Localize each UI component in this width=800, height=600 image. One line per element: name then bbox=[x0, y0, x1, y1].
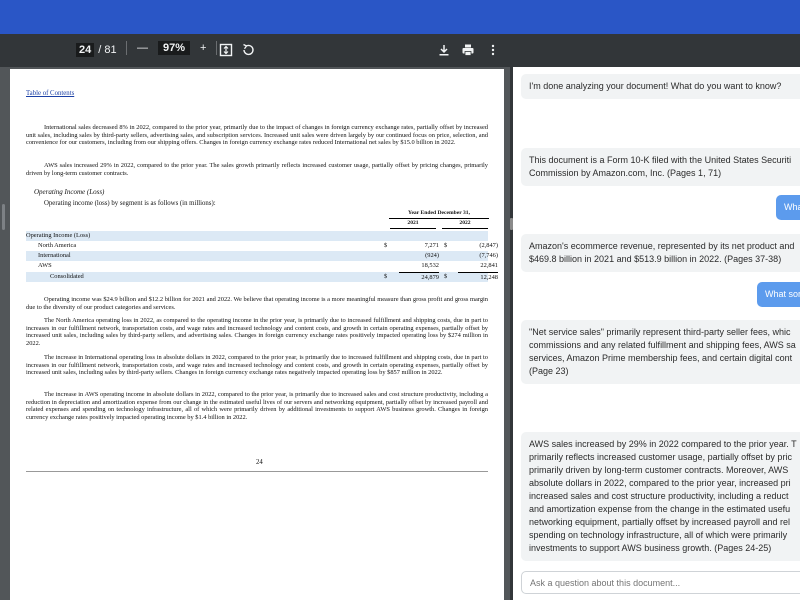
left-scroll-handle[interactable] bbox=[2, 204, 5, 230]
paragraph-aws-sales: AWS sales increased 29% in 2022, compare… bbox=[26, 162, 488, 177]
message-line: networking equipment, partially offset b… bbox=[529, 517, 790, 527]
browser-top-bar bbox=[0, 0, 800, 34]
paragraph-international: The increase in International operating … bbox=[26, 354, 488, 377]
current-page-input[interactable]: 24 bbox=[76, 43, 95, 57]
page-indicator: 24 / 81 bbox=[76, 43, 117, 57]
section-intro: Operating income (loss) by segment is as… bbox=[44, 200, 216, 207]
pdf-toolbar: 24 / 81 — 97% + bbox=[0, 34, 800, 67]
toolbar-divider bbox=[126, 41, 127, 55]
print-icon[interactable] bbox=[461, 43, 475, 57]
row-label: North America bbox=[38, 242, 77, 249]
chat-panel: I'm done analyzing your document! What d… bbox=[513, 67, 800, 600]
zoom-level-input[interactable]: 97% bbox=[158, 41, 191, 55]
value-2022: (2,847) bbox=[479, 242, 498, 249]
table-col-2022: 2022 bbox=[442, 220, 488, 229]
page-number: 24 bbox=[256, 459, 263, 466]
paragraph-operating-income: Operating income was $24.9 billion and $… bbox=[26, 296, 488, 311]
toolbar-divider bbox=[216, 41, 218, 55]
paragraph-international-sales: International sales decreased 8% in 2022… bbox=[26, 124, 488, 147]
table-row: North America $ 7,271 $ (2,847) bbox=[26, 241, 498, 251]
value-2021: 24,879 bbox=[399, 272, 439, 283]
value-2022: 22,841 bbox=[480, 262, 498, 269]
assistant-message: Amazon's ecommerce revenue, represented … bbox=[521, 234, 800, 272]
value-2021: 7,271 bbox=[424, 242, 439, 249]
message-line: (Page 23) bbox=[529, 366, 569, 376]
table-col-2021: 2021 bbox=[390, 220, 436, 229]
zoom-controls: — 97% + bbox=[126, 41, 218, 55]
paragraph-north-america: The North America operating loss in 2022… bbox=[26, 317, 488, 347]
message-line: spending on technology infrastructure, a… bbox=[529, 530, 788, 540]
assistant-message: AWS sales increased by 29% in 2022 compa… bbox=[521, 432, 800, 561]
rotate-icon[interactable] bbox=[241, 43, 255, 57]
zoom-in-button[interactable]: + bbox=[200, 42, 206, 54]
message-line: "Net service sales" primarily represent … bbox=[529, 327, 791, 337]
more-options-icon[interactable] bbox=[486, 43, 500, 57]
user-message: What sor bbox=[757, 282, 800, 307]
currency-symbol: $ bbox=[444, 273, 448, 280]
table-row: Operating Income (Loss) bbox=[26, 231, 488, 241]
message-line: investments to support AWS business grow… bbox=[529, 543, 772, 553]
total-pages: / 81 bbox=[98, 44, 117, 56]
message-line: and amortization expense from the change… bbox=[529, 504, 791, 514]
value-2022: 12,248 bbox=[458, 272, 498, 283]
row-label: AWS bbox=[38, 262, 52, 269]
value-2021: 18,532 bbox=[421, 262, 439, 269]
row-label: International bbox=[38, 252, 71, 259]
chat-question-input[interactable] bbox=[521, 571, 800, 594]
assistant-message: "Net service sales" primarily represent … bbox=[521, 320, 800, 384]
message-line: commissions and any related fulfillment … bbox=[529, 340, 796, 350]
message-line: absolute dollars in 2022, compared to th… bbox=[529, 478, 791, 488]
currency-symbol: $ bbox=[384, 273, 388, 280]
pdf-page: Table of Contents International sales de… bbox=[10, 69, 504, 600]
value-2021: (924) bbox=[425, 252, 439, 259]
message-line: $469.8 billion in 2021 and $513.9 billio… bbox=[529, 254, 782, 264]
download-icon[interactable] bbox=[437, 43, 451, 57]
section-heading: Operating Income (Loss) bbox=[34, 188, 105, 196]
assistant-message: This document is a Form 10-K filed with … bbox=[521, 148, 800, 186]
fit-page-icon[interactable] bbox=[219, 43, 233, 57]
message-line: AWS sales increased by 29% in 2022 compa… bbox=[529, 439, 797, 449]
message-line: Commission by Amazon.com, Inc. (Pages 1,… bbox=[529, 168, 722, 178]
message-line: increased sales and cost structure produ… bbox=[529, 491, 789, 501]
message-line: Amazon's ecommerce revenue, represented … bbox=[529, 241, 795, 251]
message-line: I'm done analyzing your document! What d… bbox=[529, 81, 782, 91]
message-line: services, Amazon Prime membership fees, … bbox=[529, 353, 793, 363]
table-row: AWS 18,532 22,841 bbox=[26, 261, 498, 271]
assistant-message: I'm done analyzing your document! What d… bbox=[521, 74, 800, 99]
currency-symbol: $ bbox=[384, 242, 388, 249]
value-2022: (7,746) bbox=[479, 252, 498, 259]
message-line: This document is a Form 10-K filed with … bbox=[529, 155, 792, 165]
table-section-label: Operating Income (Loss) bbox=[26, 232, 91, 239]
paragraph-aws: The increase in AWS operating income in … bbox=[26, 391, 488, 421]
user-message: Wha bbox=[776, 195, 800, 220]
page-footer-rule bbox=[26, 471, 488, 472]
table-row: Consolidated $ 24,879 $ 12,248 bbox=[26, 272, 498, 283]
row-label: Consolidated bbox=[50, 273, 84, 280]
message-line: primarily reflects increased customer us… bbox=[529, 452, 792, 462]
table-year-header: Year Ended December 31, bbox=[389, 210, 489, 219]
currency-symbol: $ bbox=[444, 242, 448, 249]
table-of-contents-link[interactable]: Table of Contents bbox=[26, 90, 74, 98]
zoom-out-button[interactable]: — bbox=[137, 42, 148, 54]
message-line: primarily driven by long-term customer c… bbox=[529, 465, 789, 475]
table-row: International (924) (7,746) bbox=[26, 251, 498, 261]
